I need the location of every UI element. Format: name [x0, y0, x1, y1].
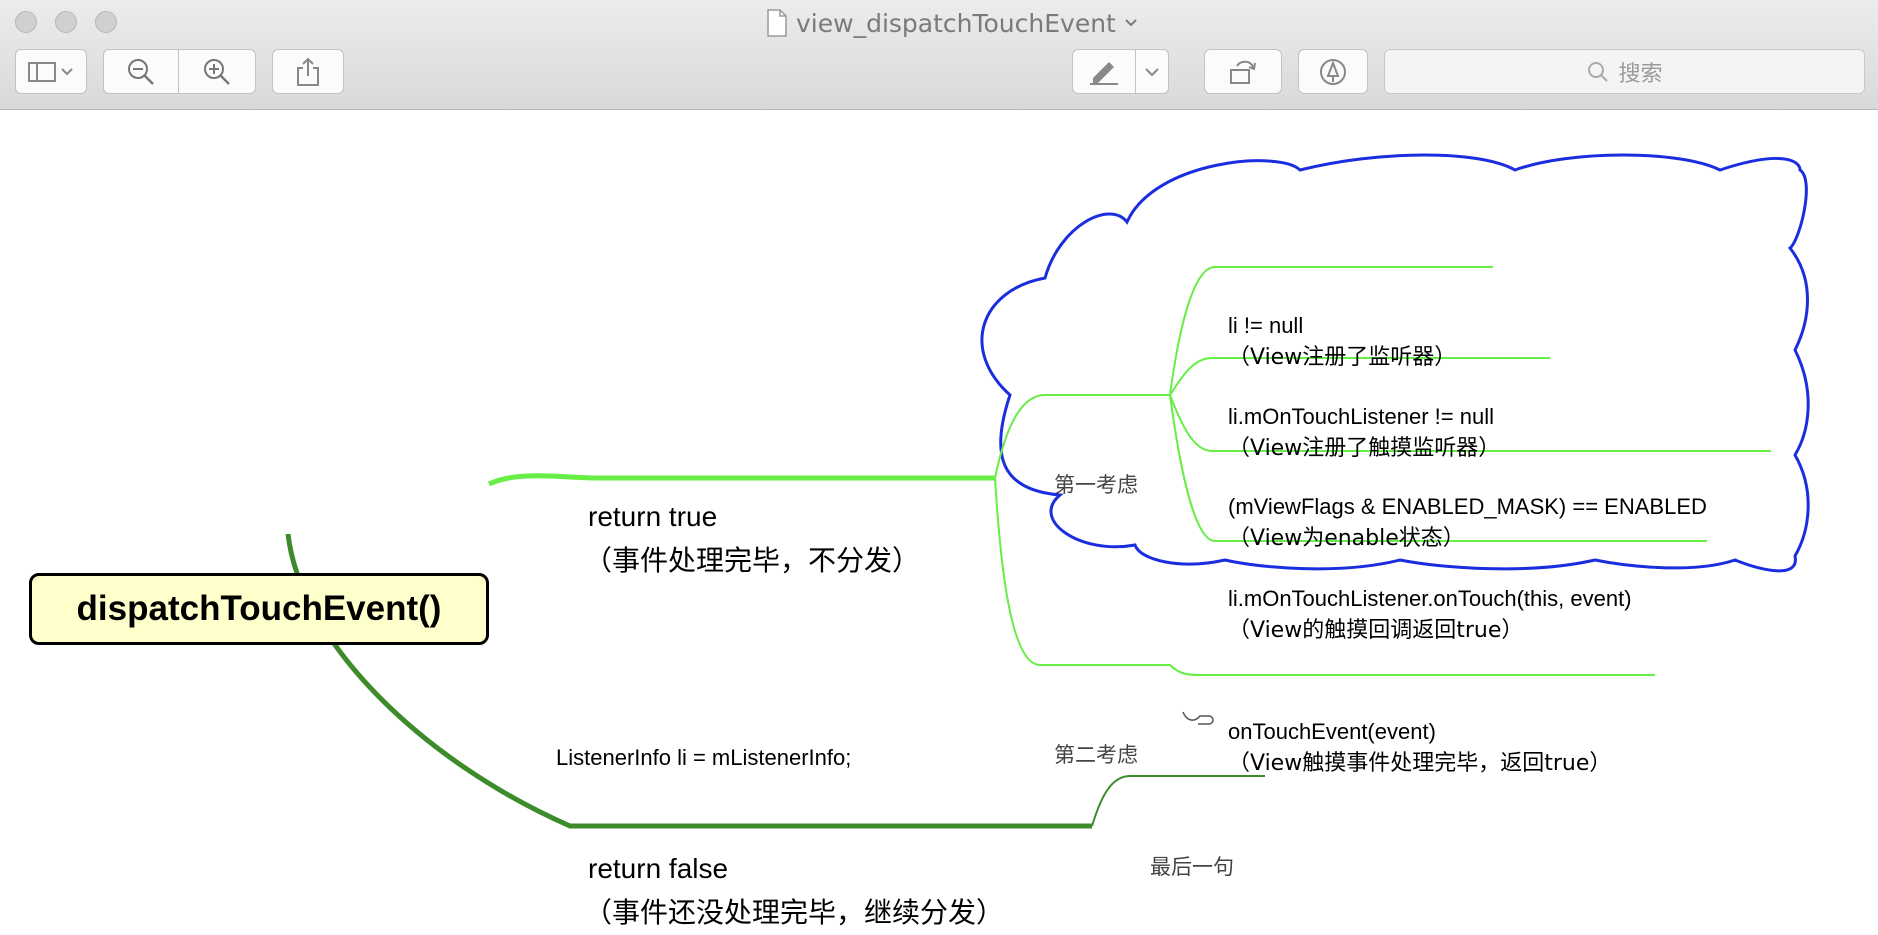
rotate-icon: [1230, 60, 1256, 84]
condition-node-4[interactable]: li.mOnTouchListener.onTouch(this, event)…: [1228, 583, 1632, 647]
mindmap-canvas: dispatchTouchEvent() return true （事件处理完毕…: [0, 111, 1878, 929]
sidebar-toggle-button[interactable]: [15, 49, 87, 94]
condition-node-2[interactable]: li.mOnTouchListener != null （View注册了触摸监听…: [1228, 401, 1500, 465]
zoom-out-icon: [128, 58, 154, 85]
window-title[interactable]: view_dispatchTouchEvent: [766, 8, 1138, 38]
condition-code: (mViewFlags & ENABLED_MASK) == ENABLED: [1228, 494, 1707, 519]
minimize-window-button[interactable]: [55, 11, 77, 33]
return-true-line2: （事件处理完毕，不分发）: [584, 544, 921, 577]
markup-button[interactable]: [1072, 49, 1136, 94]
second-consider-label[interactable]: 第二考虑: [1054, 739, 1138, 769]
sidebar-icon: [28, 61, 73, 82]
branch-last-line: [1091, 775, 1265, 827]
markup-menu-button[interactable]: [1135, 49, 1169, 94]
return-true-line1: return true: [588, 501, 718, 532]
share-icon: [297, 57, 319, 86]
on-touch-event-code: onTouchEvent(event): [1228, 719, 1436, 744]
zoom-in-icon: [204, 58, 230, 85]
return-false-label[interactable]: return false （事件还没处理完毕，继续分发）: [584, 847, 1004, 935]
on-touch-event-node[interactable]: onTouchEvent(event) （View触摸事件处理完毕，返回true…: [1228, 716, 1611, 780]
zoom-in-button[interactable]: [178, 49, 256, 94]
close-window-button[interactable]: [15, 11, 37, 33]
search-input[interactable]: 搜索: [1384, 49, 1865, 94]
last-line-label[interactable]: 最后一句: [1150, 851, 1234, 881]
return-false-line1: return false: [588, 853, 729, 884]
condition-code: li != null: [1228, 313, 1304, 338]
condition-node-3[interactable]: (mViewFlags & ENABLED_MASK) == ENABLED （…: [1228, 491, 1707, 555]
condition-desc: （View为enable状态）: [1228, 526, 1465, 551]
small-link-icon: [1182, 711, 1214, 725]
share-button[interactable]: [272, 49, 344, 94]
rotate-button[interactable]: [1204, 49, 1282, 94]
condition-code: li.mOnTouchListener.onTouch(this, event): [1228, 586, 1632, 611]
condition-desc: （View注册了监听器）: [1228, 345, 1457, 370]
annotate-button[interactable]: [1298, 49, 1368, 94]
zoom-window-button[interactable]: [95, 11, 117, 33]
chevron-down-icon: [1145, 67, 1159, 76]
pen-circle-icon: [1320, 58, 1346, 85]
search-icon: [1588, 61, 1609, 82]
condition-node-1[interactable]: li != null （View注册了监听器）: [1228, 310, 1456, 374]
zoom-out-button[interactable]: [103, 49, 179, 94]
condition-code: li.mOnTouchListener != null: [1228, 404, 1494, 429]
listener-info-label[interactable]: ListenerInfo li = mListenerInfo;: [556, 742, 851, 774]
document-icon: [767, 9, 787, 37]
on-touch-event-desc: （View触摸事件处理完毕，返回true）: [1228, 751, 1612, 776]
branch-first-consider: [994, 394, 1170, 479]
first-consider-label[interactable]: 第一考虑: [1054, 469, 1138, 499]
highlighter-icon: [1090, 61, 1118, 85]
chevron-down-icon: [1125, 19, 1137, 27]
condition-desc: （View的触摸回调返回true）: [1228, 618, 1524, 643]
window-title-text: view_dispatchTouchEvent: [796, 8, 1116, 38]
return-true-label[interactable]: return true （事件处理完毕，不分发）: [584, 495, 920, 583]
root-node[interactable]: dispatchTouchEvent(): [29, 573, 489, 645]
window-titlebar: view_dispatchTouchEvent 搜索: [0, 0, 1878, 110]
branch-return-true: [487, 473, 995, 487]
condition-desc: （View注册了触摸监听器）: [1228, 436, 1501, 461]
search-placeholder: 搜索: [1618, 61, 1663, 87]
